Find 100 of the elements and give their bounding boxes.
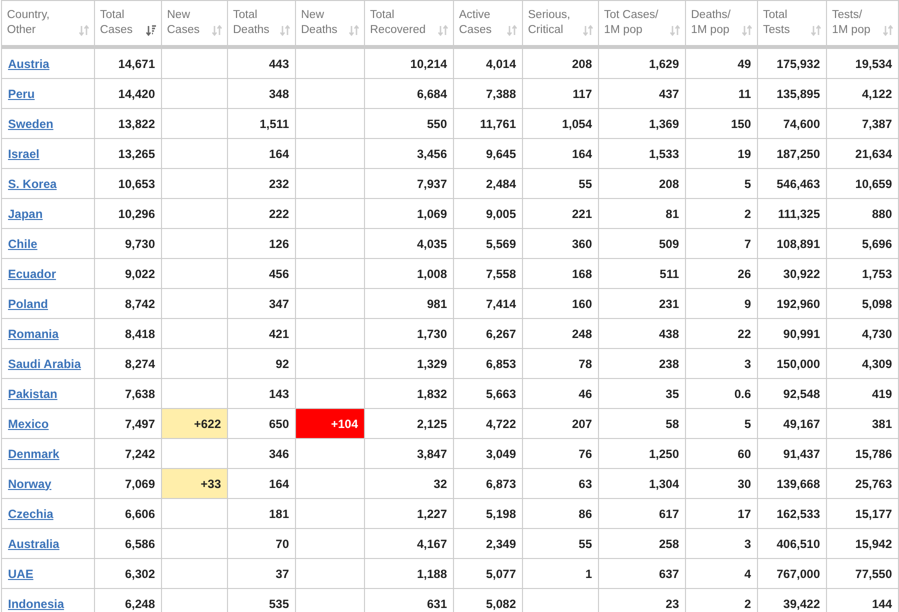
column-header[interactable]: Total Deaths	[228, 0, 296, 47]
country-link[interactable]: Chile	[8, 236, 38, 250]
table-cell: 238	[598, 348, 686, 378]
table-cell: 7,937	[364, 168, 454, 198]
table-cell: 19,534	[826, 47, 898, 78]
table-cell: 4,722	[454, 408, 522, 438]
table-cell: 86	[522, 498, 598, 528]
table-cell: 5,696	[826, 228, 898, 258]
table-cell: 7,414	[454, 288, 522, 318]
column-header[interactable]: Total Recovered	[364, 0, 454, 47]
sort-icon	[212, 25, 222, 36]
table-cell: 30	[686, 468, 758, 498]
sort-icon	[146, 25, 156, 36]
column-header[interactable]: Tot Cases/ 1M pop	[598, 0, 686, 47]
table-cell: 168	[522, 258, 598, 288]
table-cell: 767,000	[758, 558, 826, 588]
table-cell: 4,730	[826, 318, 898, 348]
table-cell: 4,014	[454, 47, 522, 78]
table-cell: 4,035	[364, 228, 454, 258]
table-cell: 2,125	[364, 408, 454, 438]
table-cell: 5	[686, 408, 758, 438]
table-cell: 10,659	[826, 168, 898, 198]
table-cell: 108,891	[758, 228, 826, 258]
table-cell: 6,684	[364, 78, 454, 108]
table-cell: 346	[228, 438, 296, 468]
table-cell: 1,832	[364, 378, 454, 408]
table-cell: 248	[522, 318, 598, 348]
table-cell: 222	[228, 198, 296, 228]
column-header[interactable]: Country, Other	[2, 0, 94, 47]
table-cell: 15,942	[826, 528, 898, 558]
table-cell: 143	[228, 378, 296, 408]
sort-icon	[883, 25, 893, 36]
table-cell: 7,387	[826, 108, 898, 138]
table-cell: 49	[686, 47, 758, 78]
table-cell: 7,638	[94, 378, 162, 408]
table-cell: 2,484	[454, 168, 522, 198]
column-header[interactable]: Tests/ 1M pop	[826, 0, 898, 47]
table-cell: 232	[228, 168, 296, 198]
table-cell: 6,606	[94, 498, 162, 528]
table-cell: 3,049	[454, 438, 522, 468]
column-header[interactable]: New Cases	[162, 0, 228, 47]
table-cell: 1,008	[364, 258, 454, 288]
table-cell: 6,302	[94, 558, 162, 588]
country-link[interactable]: Japan	[8, 206, 43, 220]
column-header[interactable]: Total Tests	[758, 0, 826, 47]
country-link[interactable]: Israel	[8, 146, 40, 160]
table-cell: 55	[522, 168, 598, 198]
column-header[interactable]: New Deaths	[296, 0, 364, 47]
column-header[interactable]: Active Cases	[454, 0, 522, 47]
table-cell: 550	[364, 108, 454, 138]
table-cell: 348	[228, 78, 296, 108]
table-cell: 0.6	[686, 378, 758, 408]
country-link[interactable]: Peru	[8, 86, 35, 100]
table-cell: 9	[686, 288, 758, 318]
table-cell: 4,309	[826, 348, 898, 378]
table-cell: 1,753	[826, 258, 898, 288]
column-header[interactable]: Total Cases	[94, 0, 162, 47]
table-cell: 117	[522, 78, 598, 108]
table-cell: 1,304	[598, 468, 686, 498]
table-cell: 15,177	[826, 498, 898, 528]
table-cell: 7,242	[94, 438, 162, 468]
table-cell: 8,274	[94, 348, 162, 378]
column-header[interactable]: Deaths/ 1M pop	[686, 0, 758, 47]
table-cell: 437	[598, 78, 686, 108]
table-cell: 1,511	[228, 108, 296, 138]
table-cell: 139,668	[758, 468, 826, 498]
table-cell: 208	[598, 168, 686, 198]
table-cell: 164	[522, 138, 598, 168]
table-cell: 9,005	[454, 198, 522, 228]
table-cell: 221	[522, 198, 598, 228]
table-cell: 421	[228, 318, 296, 348]
table-cell: 35	[598, 378, 686, 408]
table-cell: 14,671	[94, 47, 162, 78]
table-cell: 1,629	[598, 47, 686, 78]
sort-icon	[811, 25, 821, 36]
country-link[interactable]: UAE	[8, 566, 34, 580]
table-cell: 49,167	[758, 408, 826, 438]
table-cell: 92,548	[758, 378, 826, 408]
table-cell: 46	[522, 378, 598, 408]
table-cell: 187,250	[758, 138, 826, 168]
table-cell: 14,420	[94, 78, 162, 108]
table-cell: 63	[522, 468, 598, 498]
table-cell: 4,122	[826, 78, 898, 108]
table-cell: 15,786	[826, 438, 898, 468]
table-cell: 5,098	[826, 288, 898, 318]
table-cell: 3	[686, 528, 758, 558]
table-cell: 76	[522, 438, 598, 468]
table-cell: 1,227	[364, 498, 454, 528]
table-cell: 1,329	[364, 348, 454, 378]
table-cell: 5,077	[454, 558, 522, 588]
table-cell: 406,510	[758, 528, 826, 558]
country-link[interactable]: Austria	[8, 56, 50, 70]
table-cell: 19	[686, 138, 758, 168]
column-header[interactable]: Serious, Critical	[522, 0, 598, 47]
table-cell: 2,349	[454, 528, 522, 558]
table-cell: 509	[598, 228, 686, 258]
table-cell: 207	[522, 408, 598, 438]
table-cell: 617	[598, 498, 686, 528]
table-cell: 5	[686, 168, 758, 198]
table-cell: 7,388	[454, 78, 522, 108]
